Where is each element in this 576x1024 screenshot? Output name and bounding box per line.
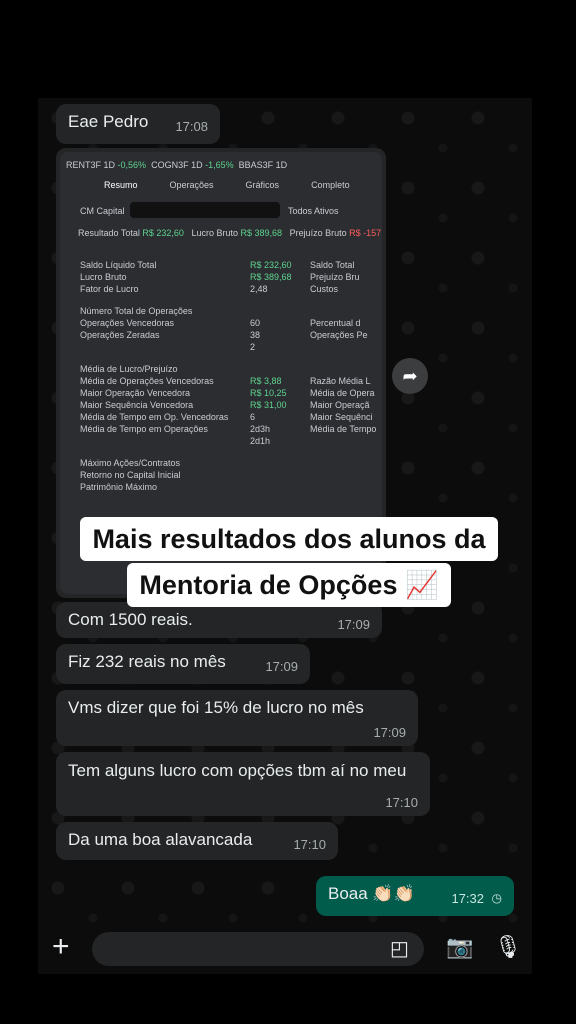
message-bubble[interactable]: Vms dizer que foi 15% de lucro no mês 17… — [56, 690, 418, 746]
message-time: 17:10 — [293, 837, 326, 852]
message-bubble[interactable]: Com 1500 reais. 17:09 — [56, 602, 382, 638]
clock-icon: ◷ — [491, 891, 502, 905]
message-text: Com 1500 reais. — [68, 610, 193, 629]
message-text: Boaa 👏🏻👏🏻 — [328, 884, 415, 903]
stats-value: 60 — [250, 318, 261, 328]
message-text: Fiz 232 reais no mês — [68, 652, 226, 671]
stats-value: R$ 3,88 — [250, 376, 282, 386]
redacted-box — [130, 202, 280, 218]
stats-label2: Operações Pe — [310, 330, 368, 340]
message-time: 17:08 — [175, 119, 208, 134]
ticker: RENT3F 1D — [66, 160, 116, 170]
tab-operacoes: Operações — [169, 180, 214, 190]
stats-value: 2d3h — [250, 424, 271, 434]
stats-label: Média de Tempo em Op. Vencedoras — [80, 412, 229, 422]
stats-label: Média de Operações Vencedoras — [80, 376, 214, 386]
plus-icon[interactable]: + — [52, 932, 70, 962]
ticker-change: -1,65% — [205, 160, 234, 170]
forward-icon[interactable]: ➦ — [392, 358, 428, 394]
message-time: 17:10 — [385, 795, 418, 810]
stats-label: Maior Sequência Vencedora — [80, 400, 194, 410]
sticker-icon[interactable]: ◰ — [390, 936, 409, 961]
stats-label: Operações Zeradas — [80, 330, 160, 340]
message-text: Da uma boa alavancada — [68, 830, 253, 849]
ticker: BBAS3F 1D — [238, 160, 288, 170]
stats-label2: Custos — [310, 284, 339, 294]
microphone-icon[interactable]: 🎙 — [494, 934, 522, 960]
stats-label2: Percentual d — [310, 318, 361, 328]
tab-resumo: Resumo — [104, 180, 138, 190]
stats-label: Fator de Lucro — [80, 284, 139, 294]
stats-label: Saldo Líquido Total — [80, 260, 157, 270]
message-input[interactable] — [92, 932, 424, 966]
ticker-change: -0,56% — [117, 160, 147, 170]
stats-value: 2,48 — [250, 284, 268, 294]
message-time: 17:09 — [265, 659, 298, 674]
stats-label: Máximo Ações/Contratos — [80, 458, 181, 468]
caption-line-1: Mais resultados dos alunos da — [80, 517, 498, 561]
tab-bar: Resumo Operações Gráficos Completo — [104, 180, 382, 190]
message-time: 17:09 — [337, 617, 370, 632]
stats-value: R$ 31,00 — [250, 400, 287, 410]
caption-line-2: Mentoria de Opções 📈 — [127, 563, 451, 607]
message-time: 17:09 — [373, 725, 406, 740]
stats-label2: Saldo Total — [310, 260, 355, 270]
stats-label2: Média de Opera — [310, 388, 375, 398]
message-text: Tem alguns lucro com opções tbm aí no me… — [68, 761, 407, 780]
stats-value: R$ 232,60 — [250, 260, 292, 270]
tab-graficos: Gráficos — [245, 180, 280, 190]
stats-label2: Maior Sequênci — [310, 412, 373, 422]
filter-select: Todos Ativos — [288, 206, 339, 216]
stats-label: Média de Lucro/Prejuízo — [80, 364, 178, 374]
stats-label2: Prejuízo Bru — [310, 272, 360, 282]
stats-label2: Média de Tempo — [310, 424, 377, 434]
stats-label: Patrimônio Máximo — [80, 482, 158, 492]
stats-value: 38 — [250, 330, 261, 340]
caption-overlay: Mais resultados dos alunos da Mentoria d… — [50, 517, 528, 607]
tab-completo: Completo — [311, 180, 350, 190]
message-bubble[interactable]: Eae Pedro 17:08 — [56, 104, 220, 144]
stats-label: Retorno no Capital Inicial — [80, 470, 181, 480]
message-time: 17:32 — [451, 891, 484, 906]
message-bubble[interactable]: Tem alguns lucro com opções tbm aí no me… — [56, 752, 430, 816]
stats-value: 2d1h — [250, 436, 271, 446]
camera-icon[interactable]: 📷 — [446, 934, 473, 960]
message-text: Vms dizer que foi 15% de lucro no mês — [68, 698, 364, 717]
stats-value: R$ 10,25 — [250, 388, 287, 398]
ticker: COGN3F 1D — [151, 160, 203, 170]
stats-label2: Maior Operaçã — [310, 400, 370, 410]
stats-value: 2 — [250, 342, 256, 352]
outgoing-message-bubble[interactable]: Boaa 👏🏻👏🏻 17:32 ◷ — [316, 876, 514, 916]
stats-label: Operações Vencedoras — [80, 318, 175, 328]
input-bar: + ◰ 📷 🎙 — [38, 922, 532, 974]
stats-value: 6 — [250, 412, 256, 422]
stats-value: R$ 389,68 — [250, 272, 292, 282]
stats-label: Lucro Bruto — [80, 272, 127, 282]
message-bubble[interactable]: Fiz 232 reais no mês 17:09 — [56, 644, 310, 684]
account-select: CM Capital — [80, 206, 125, 216]
message-text: Eae Pedro — [68, 112, 149, 131]
stats-label: Maior Operação Vencedora — [80, 388, 191, 398]
stats-label: Número Total de Operações — [80, 306, 193, 316]
summary-bar: Resultado Total R$ 232,60 Lucro Bruto R$… — [78, 228, 382, 238]
stats-label2: Razão Média L — [310, 376, 371, 386]
stats-label: Média de Tempo em Operações — [80, 424, 208, 434]
message-bubble[interactable]: Da uma boa alavancada 17:10 — [56, 822, 338, 860]
